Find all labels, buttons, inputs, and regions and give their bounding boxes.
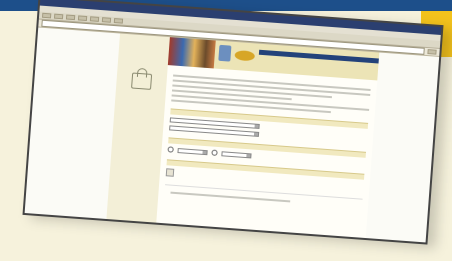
sidebar-link[interactable] [116, 93, 166, 97]
banner-stripe [258, 49, 379, 64]
search-icon[interactable] [101, 17, 112, 23]
browser-window [22, 0, 444, 245]
banner-photo [167, 37, 216, 69]
search-button[interactable] [165, 168, 175, 177]
right-blank-column [365, 52, 440, 245]
sidebar-link[interactable] [116, 93, 166, 97]
go-button[interactable] [427, 49, 437, 55]
favorites-icon[interactable] [113, 18, 124, 24]
home-icon[interactable] [89, 16, 100, 22]
back-icon[interactable] [41, 12, 52, 19]
results-text-line [170, 191, 291, 203]
banner-graphic [218, 44, 232, 62]
results-area [162, 184, 363, 231]
building-icon [131, 72, 153, 90]
radio-button[interactable] [211, 149, 218, 156]
sidebar-link[interactable] [116, 93, 166, 97]
select-field[interactable] [221, 150, 252, 158]
screenshot-photo [0, 0, 452, 261]
forward-icon[interactable] [53, 13, 64, 20]
radio-button[interactable] [167, 146, 174, 153]
select-field[interactable] [177, 147, 208, 155]
banner-graphic [234, 49, 256, 62]
page-content [24, 27, 440, 245]
refresh-icon[interactable] [77, 15, 88, 22]
stop-icon[interactable] [65, 14, 76, 21]
sidebar-link[interactable] [116, 93, 166, 97]
sidebar-link[interactable] [116, 93, 166, 97]
sidebar-link[interactable] [116, 93, 166, 97]
main-panel [155, 37, 380, 243]
